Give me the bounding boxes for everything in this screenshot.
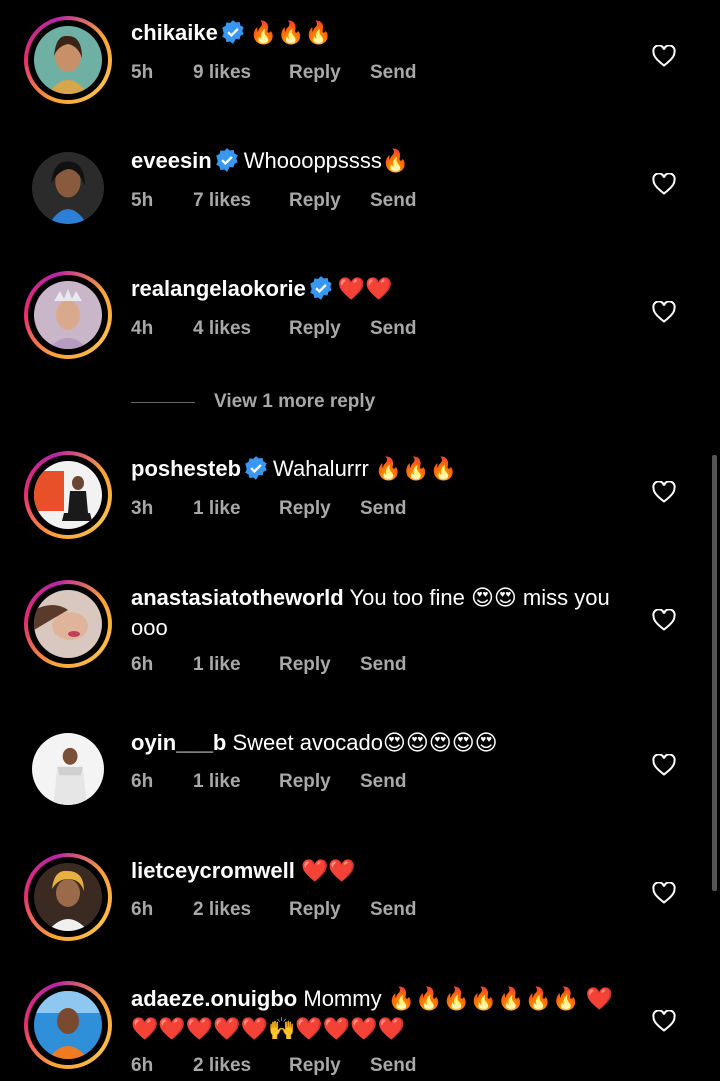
send-button[interactable]: Send xyxy=(370,190,416,212)
avatar[interactable] xyxy=(24,981,112,1069)
reply-button[interactable]: Reply xyxy=(279,771,331,793)
comment-time: 6h xyxy=(131,771,154,792)
send-button[interactable]: Send xyxy=(360,498,406,520)
comment-body: Sweet avocado😍😍😍😍😍 xyxy=(232,730,498,755)
comment-body: ❤️❤️ xyxy=(337,276,393,301)
comment-time: 5h xyxy=(131,190,154,211)
reply-divider xyxy=(131,402,195,403)
comment-likes[interactable]: 2 likes xyxy=(193,1055,251,1077)
send-button[interactable]: Send xyxy=(370,318,416,340)
comment-username[interactable]: realangelaokorie xyxy=(131,276,306,301)
comment-username[interactable]: eveesin xyxy=(131,148,212,173)
avatar[interactable] xyxy=(24,725,112,813)
comment-time: 5h xyxy=(131,62,154,83)
heart-outline-icon[interactable] xyxy=(652,45,676,67)
comment-body: Wahalurrr 🔥🔥🔥 xyxy=(273,456,458,481)
reply-button[interactable]: Reply xyxy=(289,1055,341,1077)
comment-body: 🔥🔥🔥 xyxy=(249,20,333,45)
heart-outline-icon[interactable] xyxy=(652,754,676,776)
comment-likes[interactable]: 7 likes xyxy=(193,190,251,212)
comment-username[interactable]: poshesteb xyxy=(131,456,241,481)
comment-text: realangelaokorie ❤️❤️ xyxy=(131,274,621,304)
verified-badge-icon xyxy=(245,456,267,480)
heart-outline-icon[interactable] xyxy=(652,173,676,195)
comment-text: adaeze.onuigbo Mommy 🔥🔥🔥🔥🔥🔥🔥 ❤️❤️❤️❤️❤️❤… xyxy=(131,984,621,1044)
verified-badge-icon xyxy=(310,276,332,300)
avatar[interactable] xyxy=(24,144,112,232)
comment-likes[interactable]: 2 likes xyxy=(193,899,251,921)
heart-outline-icon[interactable] xyxy=(652,1010,676,1032)
send-button[interactable]: Send xyxy=(370,62,416,84)
comment-text: lietceycromwell ❤️❤️ xyxy=(131,856,621,886)
comment-text: chikaike 🔥🔥🔥 xyxy=(131,18,621,48)
heart-outline-icon[interactable] xyxy=(652,301,676,323)
send-button[interactable]: Send xyxy=(360,654,406,676)
comment-username[interactable]: anastasiatotheworld xyxy=(131,585,344,610)
comment-text: oyin___b Sweet avocado😍😍😍😍😍 xyxy=(131,728,621,758)
comment-username[interactable]: adaeze.onuigbo xyxy=(131,986,297,1011)
comment-text: eveesin Whoooppssss🔥 xyxy=(131,146,621,176)
heart-outline-icon[interactable] xyxy=(652,882,676,904)
comment-body: ❤️❤️ xyxy=(301,858,356,883)
comment-likes[interactable]: 1 like xyxy=(193,498,241,520)
reply-button[interactable]: Reply xyxy=(289,318,341,340)
comment-likes[interactable]: 1 like xyxy=(193,771,241,793)
comment-time: 6h xyxy=(131,654,154,675)
comment-time: 6h xyxy=(131,1055,154,1076)
comment-likes[interactable]: 4 likes xyxy=(193,318,251,340)
comment-likes[interactable]: 9 likes xyxy=(193,62,251,84)
send-button[interactable]: Send xyxy=(370,899,416,921)
reply-button[interactable]: Reply xyxy=(279,498,331,520)
heart-outline-icon[interactable] xyxy=(652,609,676,631)
avatar[interactable] xyxy=(24,580,112,668)
avatar[interactable] xyxy=(24,853,112,941)
send-button[interactable]: Send xyxy=(370,1055,416,1077)
comment-time: 3h xyxy=(131,498,154,519)
send-button[interactable]: Send xyxy=(360,771,406,793)
reply-button[interactable]: Reply xyxy=(289,62,341,84)
verified-badge-icon xyxy=(222,20,244,44)
heart-outline-icon[interactable] xyxy=(652,481,676,503)
comment-text: poshesteb Wahalurrr 🔥🔥🔥 xyxy=(131,454,621,484)
comment-time: 4h xyxy=(131,318,154,339)
comment-username[interactable]: lietceycromwell xyxy=(131,858,295,883)
comment-text: anastasiatotheworld You too fine 😍😍 miss… xyxy=(131,583,621,643)
reply-button[interactable]: Reply xyxy=(279,654,331,676)
reply-button[interactable]: Reply xyxy=(289,899,341,921)
reply-button[interactable]: Reply xyxy=(289,190,341,212)
comment-body: Whoooppssss🔥 xyxy=(243,148,410,173)
avatar[interactable] xyxy=(24,16,112,104)
view-more-replies-label[interactable]: View 1 more reply xyxy=(214,391,375,413)
scrollbar[interactable] xyxy=(712,455,717,891)
comment-time: 6h xyxy=(131,899,154,920)
verified-badge-icon xyxy=(216,148,238,172)
comment-username[interactable]: chikaike xyxy=(131,20,218,45)
avatar[interactable] xyxy=(24,271,112,359)
comment-likes[interactable]: 1 like xyxy=(193,654,241,676)
view-more-replies[interactable]: View 1 more reply xyxy=(131,391,531,417)
comment-username[interactable]: oyin___b xyxy=(131,730,226,755)
avatar[interactable] xyxy=(24,451,112,539)
